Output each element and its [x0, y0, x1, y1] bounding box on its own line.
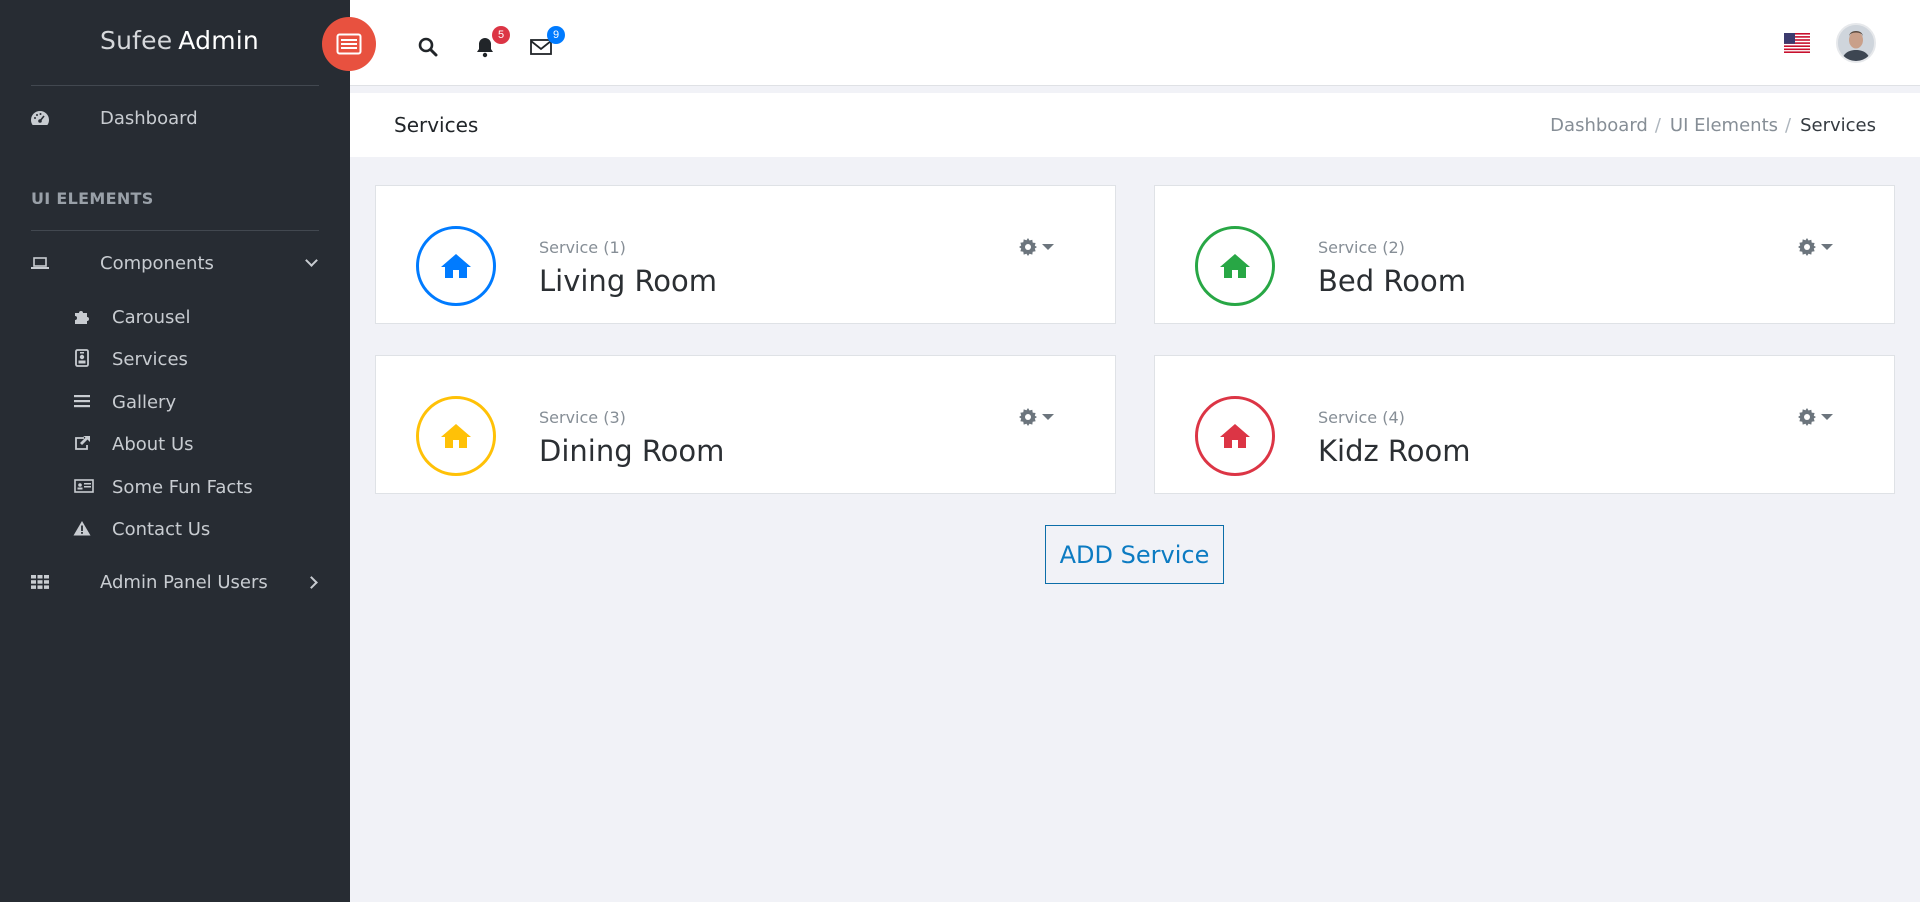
home-icon — [1220, 424, 1250, 448]
brand-bold: Admin — [178, 26, 259, 55]
service-card: Service (1) Living Room — [375, 185, 1116, 324]
menu-icon — [336, 33, 362, 55]
dashboard-icon — [29, 107, 51, 129]
divider — [31, 230, 319, 231]
gear-icon — [1798, 408, 1816, 426]
sidebar-item-gallery[interactable]: Gallery — [0, 390, 350, 414]
sidebar-section-heading: UI ELEMENTS — [31, 189, 154, 208]
sidebar-item-label: Contact Us — [112, 518, 211, 540]
service-number: Service (2) — [1318, 238, 1405, 257]
page-title: Services — [394, 113, 479, 137]
caret-down-icon — [1821, 244, 1833, 250]
user-photo-icon — [1838, 25, 1874, 61]
service-number: Service (1) — [539, 238, 626, 257]
caret-down-icon — [1042, 414, 1054, 420]
sidebar-item-fun-facts[interactable]: Some Fun Facts — [0, 475, 350, 499]
sidebar-item-label: Components — [100, 252, 214, 274]
brand-light: Sufee — [100, 26, 173, 55]
service-card: Service (2) Bed Room — [1154, 185, 1895, 324]
service-number: Service (3) — [539, 408, 626, 427]
sidebar-item-dashboard[interactable]: Dashboard — [0, 106, 350, 130]
service-number: Service (4) — [1318, 408, 1405, 427]
breadcrumb-dashboard[interactable]: Dashboard — [1550, 115, 1648, 136]
menu-toggle-button[interactable] — [322, 17, 376, 71]
bars-icon — [71, 390, 93, 412]
service-card: Service (4) Kidz Room — [1154, 355, 1895, 494]
sidebar-item-components[interactable]: Components — [0, 251, 350, 275]
page-header: Services Dashboard / UI Elements / Service… — [350, 93, 1920, 157]
sidebar-item-carousel[interactable]: Carousel — [0, 305, 350, 329]
sidebar-item-label: Carousel — [112, 306, 191, 328]
gear-icon — [1019, 238, 1037, 256]
sidebar-item-about-us[interactable]: About Us — [0, 432, 350, 456]
user-avatar[interactable] — [1836, 23, 1876, 63]
id-card-icon — [73, 475, 95, 497]
breadcrumb-ui-elements[interactable]: UI Elements — [1670, 115, 1778, 136]
warning-icon — [71, 517, 93, 539]
sidebar-item-label: Services — [112, 348, 188, 370]
notifications-badge: 5 — [492, 26, 510, 44]
caret-down-icon — [1821, 414, 1833, 420]
caret-down-icon — [1042, 244, 1054, 250]
share-square-icon — [71, 432, 93, 454]
gear-icon — [1019, 408, 1037, 426]
chevron-right-icon — [305, 576, 318, 589]
gear-icon — [1798, 238, 1816, 256]
sidebar: Sufee Admin Dashboard UI ELEMENTS Compone… — [0, 0, 350, 902]
sidebar-item-label: Dashboard — [100, 107, 198, 129]
service-title: Kidz Room — [1318, 434, 1471, 468]
search-button[interactable] — [414, 33, 442, 61]
settings-dropdown[interactable] — [1019, 238, 1054, 256]
home-icon-circle — [1195, 396, 1275, 476]
settings-dropdown[interactable] — [1798, 408, 1833, 426]
messages-badge: 9 — [547, 26, 565, 44]
home-icon — [441, 254, 471, 278]
search-icon — [418, 37, 438, 57]
brand-logo[interactable]: Sufee Admin — [100, 26, 259, 55]
settings-dropdown[interactable] — [1019, 408, 1054, 426]
sidebar-item-label: Admin Panel Users — [100, 571, 268, 593]
sidebar-item-contact-us[interactable]: Contact Us — [0, 517, 350, 541]
breadcrumb-services: Services — [1800, 115, 1876, 136]
breadcrumb: Dashboard / UI Elements / Services — [1550, 115, 1876, 136]
divider — [31, 85, 319, 86]
grid-icon — [29, 571, 51, 593]
home-icon-circle — [1195, 226, 1275, 306]
service-title: Bed Room — [1318, 264, 1466, 298]
chevron-down-icon — [305, 254, 318, 267]
sidebar-item-label: Gallery — [112, 391, 177, 413]
puzzle-icon — [71, 305, 93, 327]
bell-icon — [477, 38, 493, 58]
laptop-icon — [29, 252, 51, 274]
top-header — [350, 0, 1920, 86]
service-title: Living Room — [539, 264, 718, 298]
service-card: Service (3) Dining Room — [375, 355, 1116, 494]
home-icon-circle — [416, 226, 496, 306]
home-icon-circle — [416, 396, 496, 476]
home-icon — [441, 424, 471, 448]
us-flag-icon[interactable] — [1784, 33, 1810, 53]
sidebar-item-label: About Us — [112, 433, 194, 455]
settings-dropdown[interactable] — [1798, 238, 1833, 256]
sidebar-item-services[interactable]: Services — [0, 347, 350, 371]
id-badge-icon — [71, 347, 93, 369]
home-icon — [1220, 254, 1250, 278]
service-title: Dining Room — [539, 434, 725, 468]
sidebar-item-label: Some Fun Facts — [112, 476, 253, 498]
add-service-button[interactable]: ADD Service — [1045, 525, 1224, 584]
sidebar-item-admin-users[interactable]: Admin Panel Users — [0, 570, 350, 594]
